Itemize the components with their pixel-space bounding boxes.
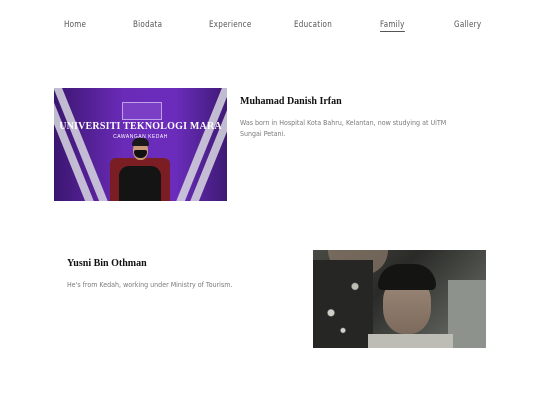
member-2-description: He's from Kedah, working under Ministry … bbox=[67, 280, 233, 289]
person-body bbox=[119, 166, 161, 201]
person-hair bbox=[378, 264, 436, 290]
nav-gallery-link[interactable]: Gallery bbox=[454, 20, 481, 30]
member-1-name: Muhamad Danish Irfan bbox=[240, 96, 342, 107]
nav-family-link[interactable]: Family bbox=[380, 20, 405, 32]
nav-home-link[interactable]: Home bbox=[64, 20, 86, 30]
top-navigation: Home Biodata Experience Education Family… bbox=[0, 20, 540, 40]
university-logo bbox=[122, 102, 162, 120]
member-1-description: Was born in Hospital Kota Bahru, Kelanta… bbox=[240, 118, 447, 138]
background-wall bbox=[448, 280, 486, 348]
nav-experience-link[interactable]: Experience bbox=[209, 20, 252, 30]
background-shirt-pattern bbox=[313, 260, 373, 348]
member-2-photo bbox=[313, 250, 486, 348]
nav-education-link[interactable]: Education bbox=[294, 20, 332, 30]
person-shirt bbox=[368, 334, 453, 348]
member-2-name: Yusni Bin Othman bbox=[67, 258, 147, 269]
banner-title: UNIVERSITI TEKNOLOGI MARA bbox=[59, 121, 222, 132]
member-1-photo: UNIVERSITI TEKNOLOGI MARA CAWANGAN KEDAH bbox=[54, 88, 227, 201]
nav-biodata-link[interactable]: Biodata bbox=[133, 20, 162, 30]
person-hair bbox=[132, 138, 149, 146]
